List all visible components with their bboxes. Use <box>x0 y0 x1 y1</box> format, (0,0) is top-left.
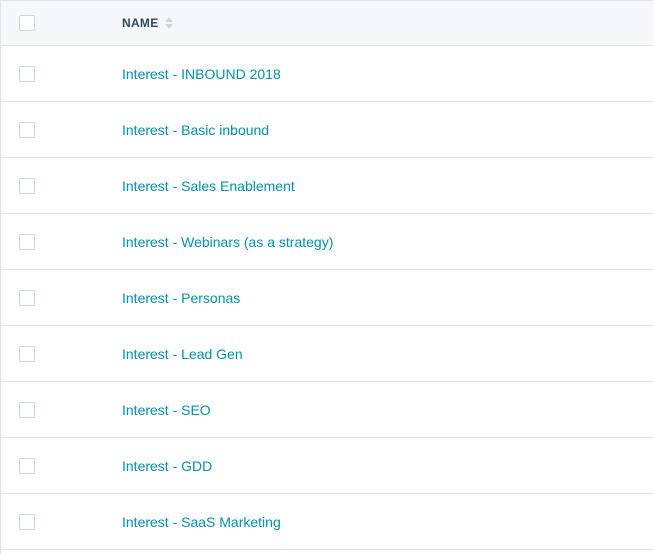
row-checkbox[interactable] <box>19 457 35 474</box>
row-name-link[interactable]: Interest - Lead Gen <box>122 346 243 362</box>
table-row: Interest - SEO <box>1 382 653 438</box>
row-checkbox[interactable] <box>19 65 35 82</box>
row-checkbox[interactable] <box>19 513 35 530</box>
table-row: Interest - Webinars (as a strategy) <box>1 214 653 270</box>
select-all-checkbox[interactable] <box>19 15 35 31</box>
row-checkbox[interactable] <box>19 233 35 250</box>
sort-icon[interactable] <box>164 16 173 30</box>
row-checkbox[interactable] <box>19 401 35 418</box>
table-header: NAME <box>1 0 653 46</box>
row-name-link[interactable]: Interest - Webinars (as a strategy) <box>122 234 333 250</box>
row-name-link[interactable]: Interest - SaaS Marketing <box>122 514 281 530</box>
table-row: Interest - Basic inbound <box>1 102 653 158</box>
row-checkbox[interactable] <box>19 345 35 362</box>
row-name-link[interactable]: Interest - Sales Enablement <box>122 178 295 194</box>
row-name-link[interactable]: Interest - GDD <box>122 458 212 474</box>
table-row: Interest - INBOUND 2018 <box>1 46 653 102</box>
row-checkbox-cell <box>1 65 122 82</box>
row-name-link[interactable]: Interest - Basic inbound <box>122 122 269 138</box>
row-checkbox-cell <box>1 233 122 250</box>
name-column-label: NAME <box>122 16 159 30</box>
row-checkbox[interactable] <box>19 177 35 194</box>
row-checkbox[interactable] <box>19 289 35 306</box>
row-checkbox-cell <box>1 121 122 138</box>
row-checkbox-cell <box>1 457 122 474</box>
interests-table: NAME Interest - INBOUND 2018 Interest - … <box>0 0 653 554</box>
row-checkbox-cell <box>1 401 122 418</box>
table-row: Interest - Lead Gen <box>1 326 653 382</box>
row-name-link[interactable]: Interest - INBOUND 2018 <box>122 66 281 82</box>
row-name-link[interactable]: Interest - Personas <box>122 290 240 306</box>
table-row: Interest - GDD <box>1 438 653 494</box>
row-name-link[interactable]: Interest - SEO <box>122 402 211 418</box>
table-row: Interest - Sales Enablement <box>1 158 653 214</box>
table-row: Interest - SaaS Marketing <box>1 494 653 550</box>
table-row: Interest - Personas <box>1 270 653 326</box>
row-checkbox-cell <box>1 177 122 194</box>
row-checkbox-cell <box>1 513 122 530</box>
row-checkbox[interactable] <box>19 121 35 138</box>
row-checkbox-cell <box>1 345 122 362</box>
row-checkbox-cell <box>1 289 122 306</box>
name-column-header[interactable]: NAME <box>122 16 173 30</box>
header-checkbox-cell <box>1 15 122 31</box>
